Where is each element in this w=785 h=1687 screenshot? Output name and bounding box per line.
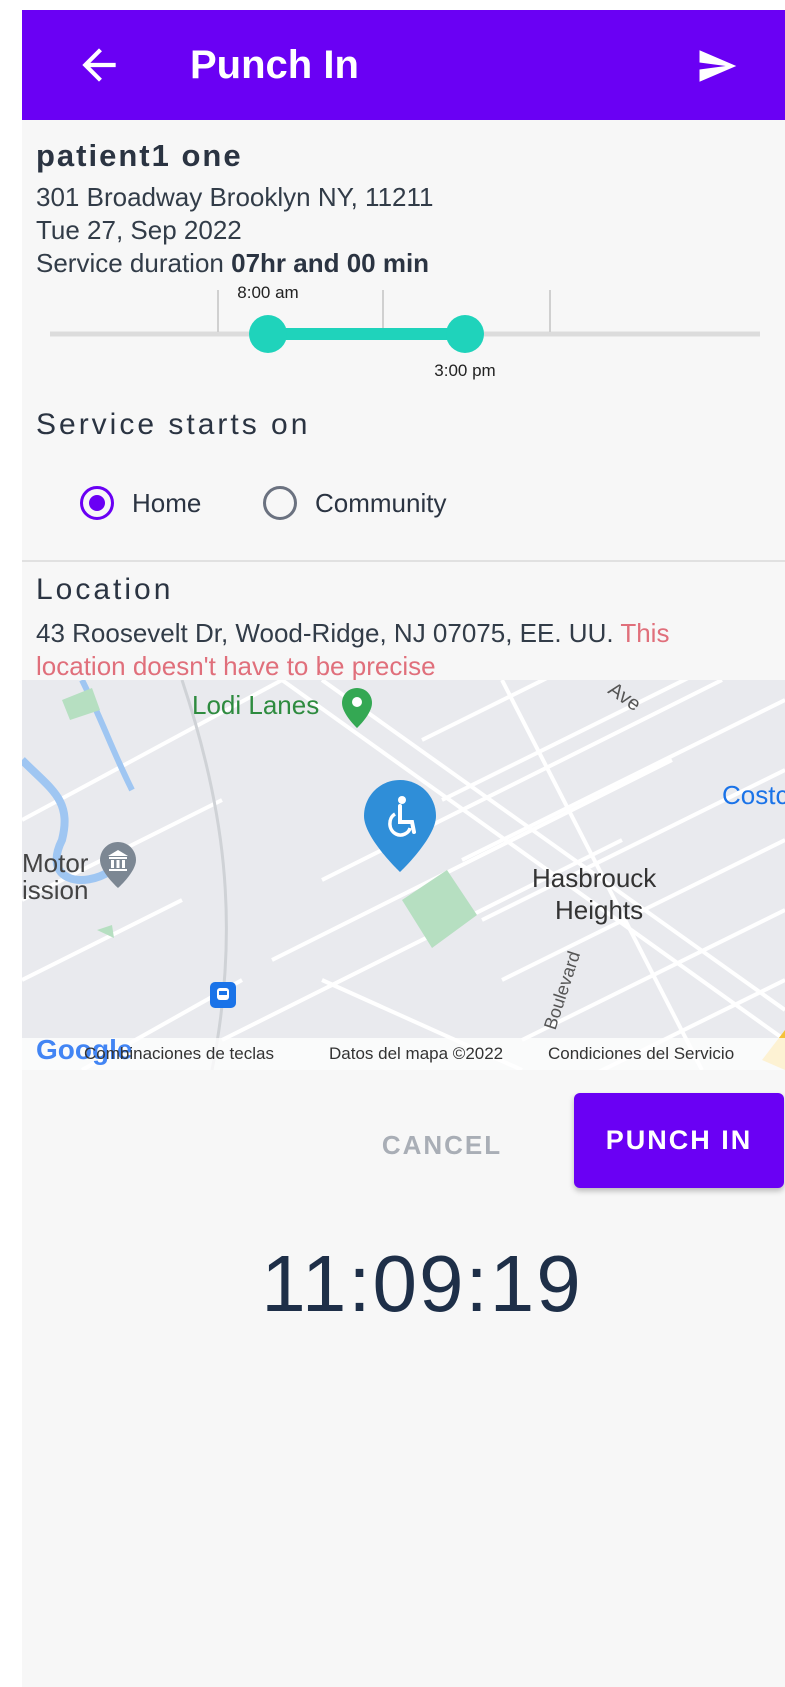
service-duration: Service duration 07hr and 00 min: [36, 248, 429, 279]
lodi-lanes-pin-icon[interactable]: [342, 688, 372, 728]
location-heading: Location: [36, 573, 174, 606]
map-streets: [22, 680, 785, 1070]
location-address-text: 43 Roosevelt Dr, Wood-Ridge, NJ 07075, E…: [36, 618, 621, 648]
location-address: 43 Roosevelt Dr, Wood-Ridge, NJ 07075, E…: [36, 618, 669, 649]
map-label-heights: Heights: [555, 895, 644, 925]
current-time-clock: 11:09:19: [261, 1239, 583, 1328]
duration-prefix: Service duration: [36, 248, 232, 278]
location-note: location doesn't have to be precise: [36, 651, 436, 681]
map-terms-link[interactable]: Condiciones del Servicio: [548, 1044, 734, 1064]
patient-address: 301 Broadway Brooklyn NY, 11211: [36, 182, 434, 212]
map-label-costco: Costc: [722, 780, 785, 810]
duration-value: 07hr and 00 min: [231, 248, 430, 278]
page-title: Punch In: [190, 43, 359, 87]
slider-start-handle[interactable]: [249, 315, 287, 353]
museum-pin-icon[interactable]: [100, 842, 136, 888]
send-icon[interactable]: [695, 45, 739, 87]
service-date: Tue 27, Sep 2022: [36, 215, 242, 245]
patient-name: patient1 one: [36, 138, 243, 173]
time-range-slider[interactable]: 8:00 am 3:00 pm: [50, 280, 760, 390]
section-divider: [22, 560, 785, 562]
map-label-hasbrouck: Hasbrouck: [532, 863, 657, 893]
cancel-button[interactable]: CANCEL: [372, 1120, 512, 1170]
radio-home-label: Home: [132, 487, 202, 518]
slider-end-label: 3:00 pm: [434, 361, 495, 380]
wheelchair-pin-icon[interactable]: [364, 780, 436, 872]
location-note-part1: This: [620, 618, 670, 648]
radio-unselected-icon: [263, 486, 297, 520]
service-starts-heading: Service starts on: [36, 408, 311, 441]
app-bar: Punch In: [22, 10, 785, 120]
arrow-left-icon[interactable]: [74, 40, 124, 90]
map-label-mission: ission: [22, 875, 89, 905]
transit-station-icon[interactable]: [210, 982, 236, 1008]
radio-community[interactable]: Community: [263, 486, 446, 520]
punch-in-screen: Punch In patient1 one 301 Broadway Brook…: [22, 10, 785, 1687]
map-data-label: Datos del mapa ©2022: [329, 1044, 504, 1063]
radio-community-label: Community: [315, 487, 447, 518]
location-map[interactable]: Lodi Lanes Ave Costc Motor ission Hasbro…: [22, 680, 785, 1070]
slider-end-handle[interactable]: [446, 315, 484, 353]
slider-start-label: 8:00 am: [237, 283, 298, 302]
map-label-lodi-lanes: Lodi Lanes: [192, 690, 320, 720]
map-attribution: Google Combinaciones de teclas Datos del…: [22, 1034, 785, 1070]
map-keyboard-shortcuts-link[interactable]: Combinaciones de teclas: [84, 1044, 274, 1064]
punch-in-button[interactable]: PUNCH IN: [574, 1093, 784, 1188]
radio-selected-icon: [80, 486, 114, 520]
radio-home[interactable]: Home: [80, 486, 201, 520]
